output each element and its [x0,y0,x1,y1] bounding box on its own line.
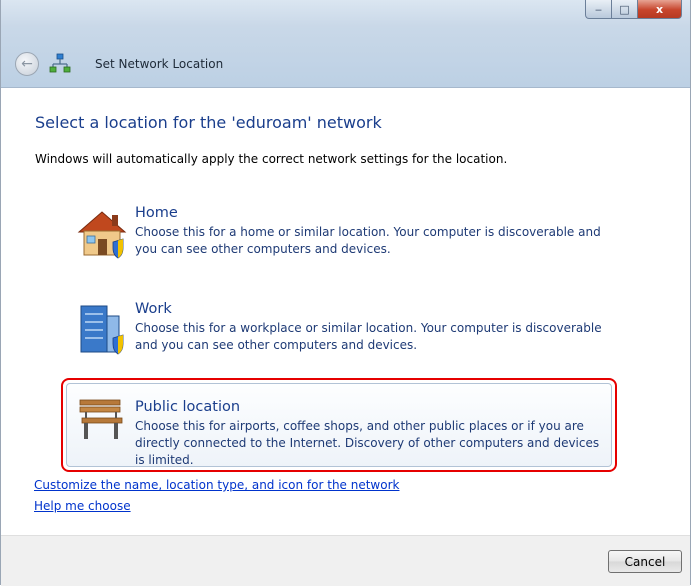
footer-bar: Cancel [1,535,690,586]
option-home[interactable]: Home Choose this for a home or similar l… [67,200,613,270]
option-work-description: Choose this for a workplace or similar l… [135,321,602,352]
close-icon: x [655,2,664,16]
network-icon [49,53,71,73]
option-public-description: Choose this for airports, coffee shops, … [135,419,600,467]
work-building-icon [80,305,124,355]
minimize-button[interactable]: ‒ [585,0,612,19]
option-public-location[interactable]: Public location Choose this for airports… [61,378,617,472]
set-network-location-window: ‒ □ x ← Set Network Location Select a lo… [0,0,691,586]
option-home-description: Choose this for a home or similar locati… [135,225,601,256]
close-button[interactable]: x [638,0,682,19]
page-heading: Select a location for the 'eduroam' netw… [35,113,382,132]
maximize-icon: □ [619,2,630,16]
option-work-title: Work [135,301,172,317]
customize-network-link[interactable]: Customize the name, location type, and i… [34,478,399,492]
back-button[interactable]: ← [15,52,39,76]
maximize-button[interactable]: □ [612,0,638,19]
park-bench-icon [79,399,123,439]
title-bar: ‒ □ x ← Set Network Location [1,0,690,88]
help-me-choose-link[interactable]: Help me choose [34,499,131,513]
option-public-title: Public location [135,399,241,415]
intro-text: Windows will automatically apply the cor… [35,152,508,166]
window-title: Set Network Location [95,57,224,71]
option-work[interactable]: Work Choose this for a workplace or simi… [67,296,613,366]
back-arrow-icon: ← [21,56,33,72]
minimize-icon: ‒ [595,2,602,16]
option-home-title: Home [135,205,178,221]
caption-buttons: ‒ □ x [585,0,682,19]
home-icon [77,211,127,259]
cancel-button[interactable]: Cancel [608,550,682,573]
